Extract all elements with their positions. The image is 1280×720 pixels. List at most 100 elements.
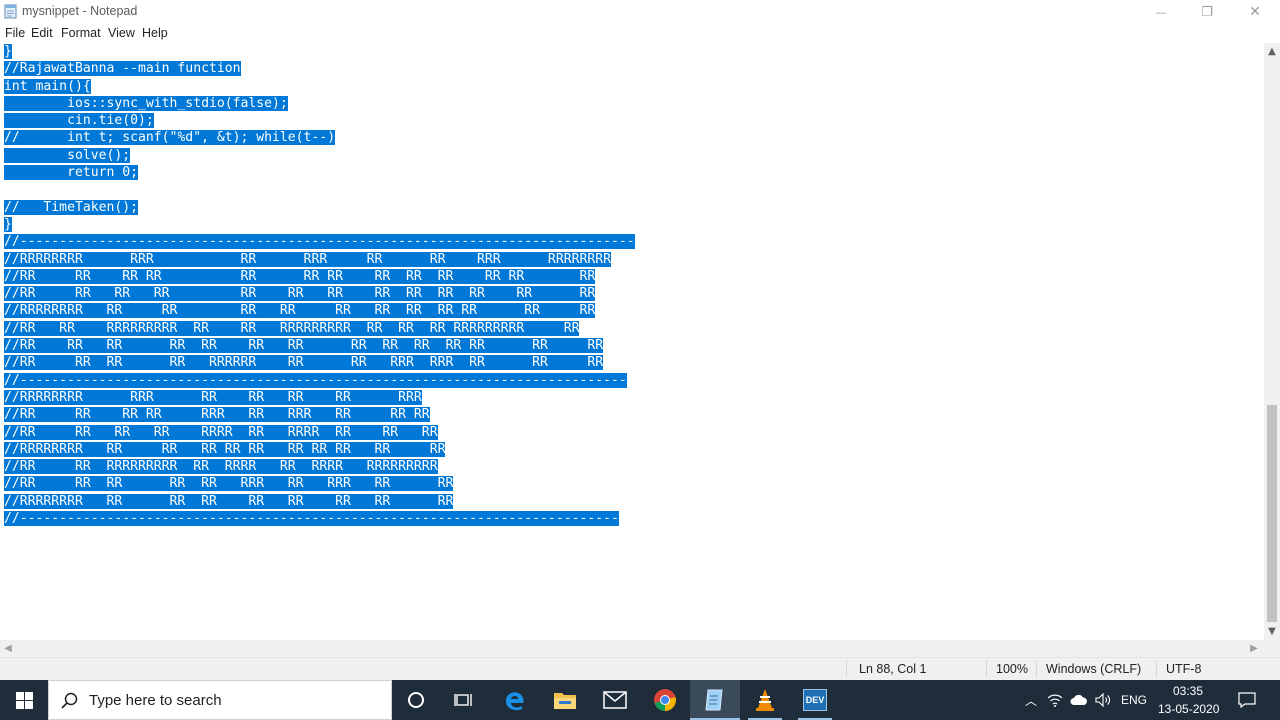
- menu-help[interactable]: Help: [142, 26, 168, 40]
- selected-text[interactable]: //RR RR RR RR RRR RR RRR RR RR RR: [4, 407, 430, 423]
- selected-text[interactable]: ios::sync_with_stdio(false);: [4, 95, 288, 111]
- start-button[interactable]: [0, 680, 48, 720]
- code-line[interactable]: solve();: [4, 147, 635, 164]
- selected-text[interactable]: //RRRRRRRR RR RR RR RR RR RR RR RR RR RR…: [4, 303, 596, 319]
- code-line[interactable]: //RR RR RR RR RR RR RR RR RR RR RR RR RR…: [4, 337, 635, 354]
- code-line[interactable]: //RR RR RRRRRRRRR RR RRRR RR RRRR RRRRRR…: [4, 458, 635, 475]
- vertical-scrollbar[interactable]: ▲ ▼: [1264, 43, 1280, 640]
- scroll-right-icon[interactable]: ▶: [1246, 640, 1262, 657]
- selected-text[interactable]: //RR RR RRRRRRRRR RR RR RRRRRRRRR RR RR …: [4, 320, 580, 336]
- vlc-button[interactable]: [740, 680, 790, 720]
- selected-text[interactable]: }: [4, 44, 12, 59]
- code-line[interactable]: //RRRRRRRR RR RR RR RR RR RR RR RR RR RR…: [4, 302, 635, 319]
- selected-text[interactable]: //RR RR RR RR RR RR RR RR RR RR RR RR RR: [4, 268, 596, 284]
- task-view-icon: [454, 694, 472, 706]
- code-line[interactable]: //RR RR RR RR RR RR RR RR RR RR RR RR RR: [4, 268, 635, 285]
- search-placeholder: Type here to search: [89, 692, 222, 709]
- mail-button[interactable]: [590, 680, 640, 720]
- selected-text[interactable]: solve();: [4, 147, 131, 163]
- selected-text[interactable]: //RR RR RR RR RRRR RR RRRR RR RR RR: [4, 424, 438, 440]
- onedrive-button[interactable]: [1067, 680, 1091, 720]
- selected-text[interactable]: // TimeTaken();: [4, 199, 139, 215]
- taskbar-search[interactable]: Type here to search: [48, 680, 392, 720]
- selected-text[interactable]: //RajawatBanna --main function: [4, 61, 241, 77]
- restore-button[interactable]: ❐: [1184, 0, 1230, 24]
- selected-text[interactable]: //RRRRRRRR RR RR RR RR RR RR RR RR RR RR: [4, 441, 446, 457]
- code-line[interactable]: }: [4, 216, 635, 233]
- code-line[interactable]: // int t; scanf("%d", &t); while(t--): [4, 129, 635, 146]
- selected-text[interactable]: //RR RR RR RR RR RRR RR RRR RR RR: [4, 476, 454, 492]
- status-bar: Ln 88, Col 1 100% Windows (CRLF) UTF-8: [0, 657, 1280, 680]
- code-line[interactable]: //RRRRRRRR RRR RR RRR RR RR RRR RRRRRRRR: [4, 251, 635, 268]
- selected-text[interactable]: //RRRRRRRR RRR RR RR RR RR RRR: [4, 389, 422, 405]
- selected-text[interactable]: //RRRRRRRR RR RR RR RR RR RR RR RR: [4, 493, 454, 509]
- menu-edit[interactable]: Edit: [31, 26, 53, 40]
- selected-text[interactable]: }: [4, 216, 12, 232]
- menu-file[interactable]: File: [5, 26, 25, 40]
- code-line[interactable]: int main(){: [4, 78, 635, 95]
- selected-text[interactable]: int main(){: [4, 78, 91, 94]
- file-explorer-button[interactable]: [540, 680, 590, 720]
- notepad-taskbar-button[interactable]: [690, 680, 740, 720]
- code-line[interactable]: //RRRRRRRR RR RR RR RR RR RR RR RR: [4, 493, 635, 510]
- code-line[interactable]: return 0;: [4, 164, 635, 181]
- wifi-button[interactable]: [1044, 680, 1066, 720]
- title-bar[interactable]: mysnippet - Notepad — ❐ ✕: [0, 0, 1280, 24]
- notification-icon: [1238, 692, 1256, 708]
- volume-button[interactable]: [1092, 680, 1114, 720]
- task-view-button[interactable]: [440, 680, 488, 720]
- code-line[interactable]: //RR RR RR RR RRRRRR RR RR RRR RRR RR RR…: [4, 354, 635, 371]
- notepad-icon: [705, 689, 723, 711]
- selected-text[interactable]: //RR RR RRRRRRRRR RR RRRR RR RRRR RRRRRR…: [4, 459, 438, 475]
- cortana-button[interactable]: [392, 680, 440, 720]
- code-line[interactable]: //RR RR RRRRRRRRR RR RR RRRRRRRRR RR RR …: [4, 320, 635, 337]
- selected-text[interactable]: //--------------------------------------…: [4, 511, 619, 527]
- code-line[interactable]: //RR RR RR RR RRR RR RRR RR RR RR: [4, 406, 635, 423]
- selected-text[interactable]: //RR RR RR RR RRRRRR RR RR RRR RRR RR RR…: [4, 355, 604, 371]
- devcpp-button[interactable]: DEV: [790, 680, 840, 720]
- code-line[interactable]: //RR RR RR RR RRRR RR RRRR RR RR RR: [4, 424, 635, 441]
- action-center-button[interactable]: [1232, 680, 1262, 720]
- menu-format[interactable]: Format: [61, 26, 101, 40]
- input-language[interactable]: ENG: [1121, 693, 1147, 707]
- selected-text[interactable]: //--------------------------------------…: [4, 372, 627, 388]
- scroll-down-icon[interactable]: ▼: [1264, 623, 1280, 640]
- code-line[interactable]: //RR RR RR RR RR RRR RR RRR RR RR: [4, 475, 635, 492]
- close-button[interactable]: ✕: [1232, 0, 1278, 24]
- selected-text[interactable]: //RR RR RR RR RR RR RR RR RR RR RR RR RR: [4, 286, 596, 302]
- taskbar: Type here to search DEV ︿ ENG 03:35 13-0…: [0, 680, 1280, 720]
- minimize-button[interactable]: —: [1138, 0, 1184, 24]
- chevron-up-icon: ︿: [1024, 693, 1037, 708]
- code-line[interactable]: // TimeTaken();: [4, 199, 635, 216]
- selected-text[interactable]: //--------------------------------------…: [4, 234, 635, 250]
- code-line[interactable]: //--------------------------------------…: [4, 510, 635, 527]
- code-line[interactable]: //RR RR RR RR RR RR RR RR RR RR RR RR RR: [4, 285, 635, 302]
- code-line[interactable]: }: [4, 43, 635, 60]
- code-line[interactable]: //RajawatBanna --main function: [4, 60, 635, 77]
- show-hidden-icons-button[interactable]: ︿: [1020, 680, 1042, 720]
- code-line[interactable]: //RRRRRRRR RRR RR RR RR RR RRR: [4, 389, 635, 406]
- selected-text[interactable]: // int t; scanf("%d", &t); while(t--): [4, 130, 336, 146]
- selected-text[interactable]: //RRRRRRRR RRR RR RRR RR RR RRR RRRRRRRR: [4, 251, 611, 267]
- menu-view[interactable]: View: [108, 26, 135, 40]
- scroll-up-icon[interactable]: ▲: [1264, 43, 1280, 60]
- chrome-button[interactable]: [640, 680, 690, 720]
- code-line[interactable]: ios::sync_with_stdio(false);: [4, 95, 635, 112]
- edge-taskbar-button[interactable]: [490, 680, 540, 720]
- code-text[interactable]: } //RajawatBanna --main function int main(…: [4, 43, 635, 527]
- code-line[interactable]: //--------------------------------------…: [4, 233, 635, 250]
- text-editor[interactable]: } //RajawatBanna --main function int main(…: [0, 43, 1264, 640]
- selected-text[interactable]: cin.tie(0);: [4, 113, 154, 129]
- selected-text[interactable]: return 0;: [4, 165, 139, 181]
- code-line[interactable]: //--------------------------------------…: [4, 372, 635, 389]
- horizontal-scrollbar[interactable]: ◀ ▶: [0, 640, 1264, 657]
- selected-text[interactable]: //RR RR RR RR RR RR RR RR RR RR RR RR RR…: [4, 338, 604, 354]
- code-line[interactable]: cin.tie(0);: [4, 112, 635, 129]
- clock-date[interactable]: 13-05-2020: [1158, 702, 1219, 716]
- scrollbar-corner: [1264, 640, 1280, 657]
- vertical-scroll-thumb[interactable]: [1267, 405, 1277, 622]
- scroll-left-icon[interactable]: ◀: [0, 640, 16, 657]
- clock-time[interactable]: 03:35: [1173, 684, 1203, 698]
- code-line[interactable]: [4, 181, 635, 198]
- code-line[interactable]: //RRRRRRRR RR RR RR RR RR RR RR RR RR RR: [4, 441, 635, 458]
